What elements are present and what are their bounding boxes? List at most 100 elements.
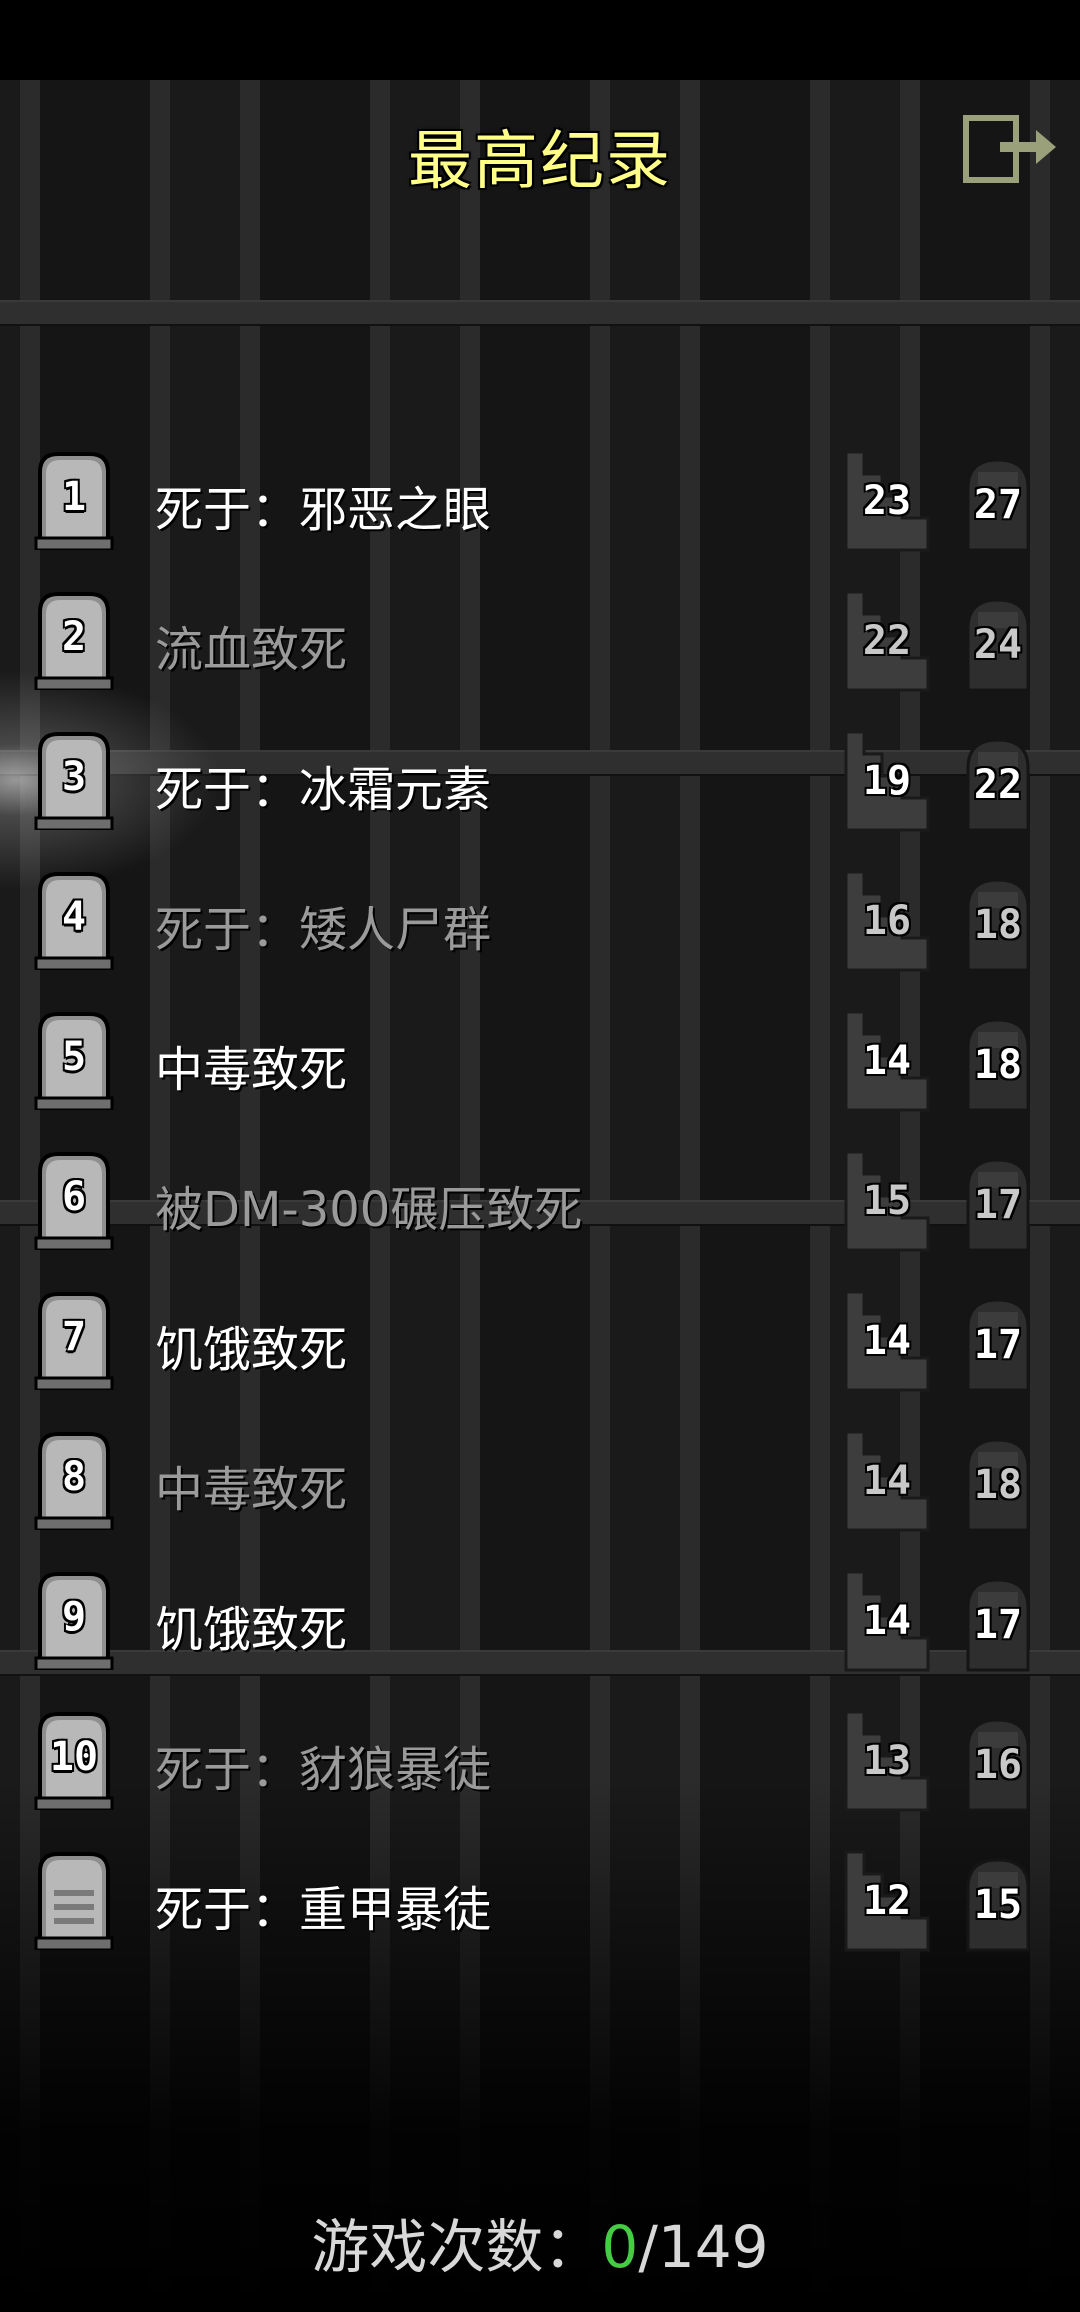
depth-badge: 14 — [842, 1004, 932, 1114]
hero-level-icon — [956, 1158, 1040, 1258]
tombstone-icon — [32, 1850, 116, 1950]
stairs-icon — [842, 590, 932, 698]
stairs-icon — [842, 1010, 932, 1118]
background-ledge — [0, 300, 1080, 326]
depth-value: 14 — [862, 1458, 912, 1504]
stairs-icon — [842, 870, 932, 978]
rank-number: 2 — [61, 614, 87, 660]
death-cause: 饥饿致死 — [155, 1602, 348, 1658]
rank-number: 4 — [61, 894, 87, 940]
rank-number: 10 — [49, 1734, 99, 1780]
depth-badge: 16 — [842, 864, 932, 974]
level-value: 17 — [973, 1322, 1023, 1368]
level-value: 15 — [973, 1882, 1023, 1928]
level-badge: 27 — [956, 448, 1040, 554]
level-value: 24 — [973, 622, 1023, 668]
stairs-icon — [842, 1850, 932, 1958]
record-row[interactable]: 6 被DM-300碾压致死 15 17 — [0, 1130, 1080, 1270]
hero-level-icon — [956, 878, 1040, 978]
depth-value: 22 — [862, 618, 912, 664]
rank-number: 7 — [61, 1314, 87, 1360]
level-value: 17 — [973, 1182, 1023, 1228]
stairs-icon — [842, 1710, 932, 1818]
record-row[interactable]: 10 死于：豺狼暴徒 13 16 — [0, 1690, 1080, 1830]
level-badge: 22 — [956, 728, 1040, 834]
tombstone-icon: 3 — [32, 730, 116, 830]
stairs-icon — [842, 1290, 932, 1398]
depth-badge: 14 — [842, 1424, 932, 1534]
stairs-icon — [842, 730, 932, 838]
depth-badge: 13 — [842, 1704, 932, 1814]
exit-button[interactable] — [960, 112, 1060, 188]
tombstone-icon: 6 — [32, 1150, 116, 1250]
page-title: 最高纪录 — [408, 125, 672, 199]
level-badge: 18 — [956, 1428, 1040, 1534]
tombstone-icon: 7 — [32, 1290, 116, 1390]
level-value: 17 — [973, 1602, 1023, 1648]
hero-level-icon — [956, 1438, 1040, 1538]
hero-level-icon — [956, 458, 1040, 558]
level-badge: 17 — [956, 1288, 1040, 1394]
games-played-current: 0 — [601, 2213, 639, 2281]
stairs-icon — [842, 450, 932, 558]
record-row[interactable]: 2 流血致死 22 24 — [0, 570, 1080, 710]
hero-level-icon — [956, 1018, 1040, 1118]
level-value: 22 — [973, 762, 1023, 808]
record-row[interactable]: 7 饥饿致死 14 17 — [0, 1270, 1080, 1410]
record-row[interactable]: 9 饥饿致死 14 17 — [0, 1550, 1080, 1690]
tombstone-icon: 5 — [32, 1010, 116, 1110]
hero-level-icon — [956, 738, 1040, 838]
record-row[interactable]: 8 中毒致死 14 18 — [0, 1410, 1080, 1550]
level-badge: 18 — [956, 1008, 1040, 1114]
stairs-icon — [842, 1150, 932, 1258]
depth-value: 14 — [862, 1318, 912, 1364]
hero-level-icon — [956, 1718, 1040, 1818]
level-value: 18 — [973, 1042, 1023, 1088]
level-badge: 24 — [956, 588, 1040, 694]
tombstone-icon: 2 — [32, 590, 116, 690]
tombstone-icon: 10 — [32, 1710, 116, 1810]
depth-value: 15 — [862, 1178, 912, 1224]
depth-badge: 19 — [842, 724, 932, 834]
death-cause: 死于：邪恶之眼 — [155, 482, 492, 538]
record-row[interactable]: 死于：重甲暴徒 12 15 — [0, 1830, 1080, 1970]
games-played-total: /149 — [638, 2213, 769, 2281]
level-value: 18 — [973, 902, 1023, 948]
tombstone-icon: 4 — [32, 870, 116, 970]
death-cause: 被DM-300碾压致死 — [155, 1182, 583, 1238]
record-row[interactable]: 5 中毒致死 14 18 — [0, 990, 1080, 1130]
depth-value: 12 — [862, 1878, 912, 1924]
status-bar — [0, 0, 1080, 80]
tombstone-icon: 8 — [32, 1430, 116, 1530]
record-row[interactable]: 4 死于：矮人尸群 16 18 — [0, 850, 1080, 990]
depth-value: 19 — [862, 758, 912, 804]
depth-value: 23 — [862, 478, 912, 524]
death-cause: 死于：豺狼暴徒 — [155, 1742, 492, 1798]
exit-icon — [963, 115, 1056, 183]
stairs-icon — [842, 1570, 932, 1678]
tombstone-icon: 1 — [32, 450, 116, 550]
rank-number: 1 — [61, 474, 87, 520]
death-cause: 中毒致死 — [155, 1462, 348, 1518]
depth-badge: 23 — [842, 444, 932, 554]
level-badge: 16 — [956, 1708, 1040, 1814]
death-cause: 死于：冰霜元素 — [155, 762, 492, 818]
death-cause: 死于：重甲暴徒 — [155, 1882, 492, 1938]
level-value: 27 — [973, 482, 1023, 528]
hero-level-icon — [956, 598, 1040, 698]
rank-number: 6 — [61, 1174, 87, 1220]
record-row[interactable]: 3 死于：冰霜元素 19 22 — [0, 710, 1080, 850]
hero-level-icon — [956, 1298, 1040, 1398]
hero-level-icon — [956, 1578, 1040, 1678]
tombstone-engraving — [54, 1890, 94, 1924]
rank-number: 8 — [61, 1454, 87, 1500]
games-played-counter: 游戏次数：0/149 — [0, 2200, 1080, 2284]
depth-badge: 14 — [842, 1284, 932, 1394]
rank-number: 3 — [61, 754, 87, 800]
rank-number: 5 — [61, 1034, 87, 1080]
depth-value: 16 — [862, 898, 912, 944]
level-value: 16 — [973, 1742, 1023, 1788]
level-value: 18 — [973, 1462, 1023, 1508]
record-row[interactable]: 1 死于：邪恶之眼 23 27 — [0, 430, 1080, 570]
stairs-icon — [842, 1430, 932, 1538]
